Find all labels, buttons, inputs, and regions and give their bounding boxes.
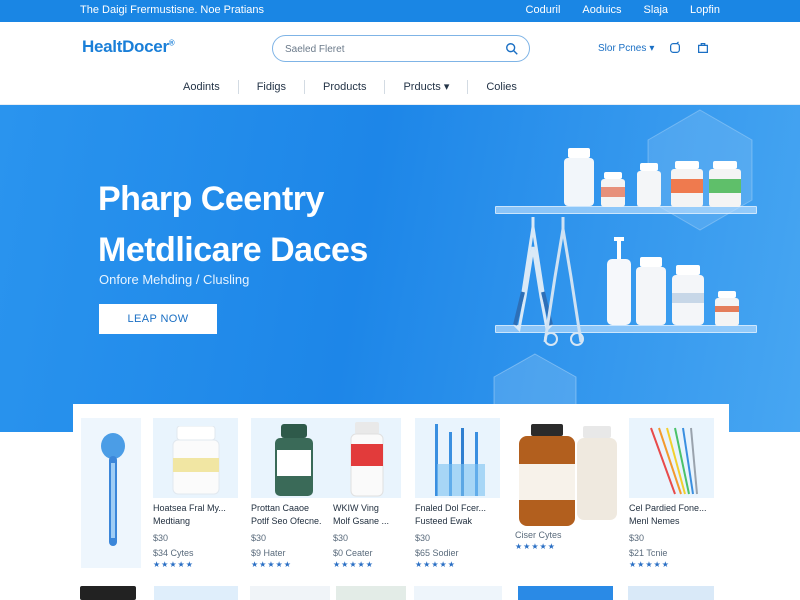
bottle-image bbox=[672, 265, 704, 325]
product-card-4[interactable]: Fnaled Dol Fcer... Fusteed Ewak $30 $65 … bbox=[415, 418, 505, 569]
bottle-image bbox=[637, 163, 661, 207]
main-nav: Aodints Fidigs Products Prducts ▾ Colies bbox=[0, 74, 800, 105]
product-price: $30 bbox=[629, 533, 645, 543]
nav-item-dropdown[interactable]: Prducts ▾ bbox=[385, 80, 469, 94]
nav-item-products[interactable]: Products bbox=[305, 80, 386, 94]
top-link-1[interactable]: Coduril bbox=[526, 4, 561, 16]
product-name[interactable]: Hoatsea Fral My... Medtiang bbox=[153, 502, 243, 528]
next-row-preview bbox=[518, 586, 613, 600]
product-price: $30 bbox=[251, 533, 267, 543]
product-price-secondary: $34 Cytes bbox=[153, 548, 194, 558]
next-row-preview bbox=[250, 586, 330, 600]
hero-title-line1: Pharp Ceentry bbox=[98, 180, 324, 218]
top-links: Coduril Aoduics Slaja Lopfin bbox=[526, 4, 720, 16]
store-label: Slor Pcnes bbox=[598, 42, 647, 54]
rating-stars: ★★★★★ bbox=[415, 560, 456, 569]
nav-item-2[interactable]: Fidigs bbox=[239, 80, 306, 94]
product-card-1[interactable]: Hoatsea Fral My... Medtiang $30 $34 Cyte… bbox=[153, 418, 243, 569]
promo-text: The Daigi Frermustisne. Noe Pratians bbox=[80, 4, 265, 16]
medical-tools-image bbox=[513, 217, 584, 346]
top-link-3[interactable]: Slaja bbox=[644, 4, 668, 16]
hero-banner: Pharp Ceentry Metdlicare Daces Onfore Me… bbox=[0, 105, 800, 432]
product-price: $30 bbox=[153, 533, 169, 543]
nav-item-1[interactable]: Aodints bbox=[165, 80, 239, 94]
shop-now-button[interactable]: LEAP NOW bbox=[99, 304, 217, 334]
bottle-image bbox=[709, 161, 741, 207]
hero-title-line2: Metdlicare Daces bbox=[98, 231, 368, 269]
store-selector[interactable]: Slor Pcnes ▾ bbox=[598, 43, 654, 54]
product-price-secondary: $21 Tcnie bbox=[629, 548, 668, 558]
bottle-image bbox=[636, 257, 666, 325]
product-card-5[interactable]: Ciser Cytes ★★★★★ bbox=[515, 418, 620, 551]
rating-stars: ★★★★★ bbox=[515, 542, 556, 551]
cart-icon[interactable] bbox=[696, 41, 710, 55]
product-image[interactable] bbox=[153, 418, 238, 498]
product-price-secondary: $65 Sodier bbox=[415, 548, 459, 558]
product-price-secondary: $0 Ceater bbox=[333, 548, 373, 558]
product-name[interactable]: WKIW Ving Molf Gsane ... bbox=[333, 502, 423, 528]
product-image[interactable] bbox=[251, 418, 336, 498]
bottle-image bbox=[601, 172, 625, 207]
next-row-preview bbox=[336, 586, 406, 600]
rating-stars: ★★★★★ bbox=[251, 560, 292, 569]
bottle-image bbox=[715, 291, 739, 326]
product-name[interactable]: Cel Pardied Fone... Menl Nemes bbox=[629, 502, 719, 528]
product-price-secondary: Ciser Cytes bbox=[515, 530, 562, 540]
rating-stars: ★★★★★ bbox=[629, 560, 670, 569]
pump-bottle-image bbox=[607, 237, 631, 325]
product-image[interactable] bbox=[415, 418, 500, 498]
search-bar bbox=[272, 35, 530, 62]
nav-item-5[interactable]: Colies bbox=[468, 80, 535, 94]
logo[interactable]: HealtDocer® bbox=[82, 37, 175, 57]
heart-icon[interactable] bbox=[668, 41, 682, 55]
product-price-secondary: $9 Hater bbox=[251, 548, 286, 558]
chevron-down-icon: ▾ bbox=[443, 81, 450, 93]
rating-stars: ★★★★★ bbox=[333, 560, 374, 569]
chevron-down-icon: ▾ bbox=[649, 42, 655, 54]
rating-stars: ★★★★★ bbox=[153, 560, 194, 569]
next-row-preview bbox=[628, 586, 714, 600]
promo-bar: The Daigi Frermustisne. Noe Pratians Cod… bbox=[0, 0, 800, 22]
product-grid: Hoatsea Fral My... Medtiang $30 $34 Cyte… bbox=[73, 404, 729, 600]
search-icon[interactable] bbox=[505, 42, 519, 56]
product-name[interactable]: Prottan Caaoe Potlf Seo Ofecne. bbox=[251, 502, 341, 528]
next-row-preview bbox=[80, 586, 136, 600]
next-row-preview bbox=[154, 586, 238, 600]
header-actions: Slor Pcnes ▾ bbox=[598, 41, 710, 55]
next-row-preview bbox=[414, 586, 502, 600]
product-price: $30 bbox=[415, 533, 431, 543]
thermometer-image bbox=[81, 418, 141, 568]
top-link-login[interactable]: Lopfin bbox=[690, 4, 720, 16]
top-link-2[interactable]: Aoduics bbox=[582, 4, 621, 16]
logo-text: HealtDocer bbox=[82, 37, 169, 56]
product-price: $30 bbox=[333, 533, 349, 543]
product-card-2[interactable]: Prottan Caaoe Potlf Seo Ofecne. $30 $9 H… bbox=[251, 418, 341, 569]
site-header: HealtDocer® Slor Pcnes▾ bbox=[0, 22, 800, 74]
product-name[interactable]: Fnaled Dol Fcer... Fusteed Ewak bbox=[415, 502, 505, 528]
product-image[interactable] bbox=[629, 418, 714, 498]
search-input[interactable] bbox=[285, 41, 485, 57]
bottle-image bbox=[564, 148, 594, 206]
bottle-image bbox=[671, 161, 703, 207]
product-image[interactable] bbox=[333, 418, 401, 498]
nav-item-dropdown-label: Prducts bbox=[403, 81, 441, 93]
product-card-3[interactable]: WKIW Ving Molf Gsane ... $30 $0 Ceater ★… bbox=[333, 418, 423, 569]
hero-subtitle: Onfore Mehding / Clusling bbox=[99, 272, 250, 287]
product-image[interactable] bbox=[515, 418, 620, 528]
product-card-6[interactable]: Cel Pardied Fone... Menl Nemes $30 $21 T… bbox=[629, 418, 719, 569]
